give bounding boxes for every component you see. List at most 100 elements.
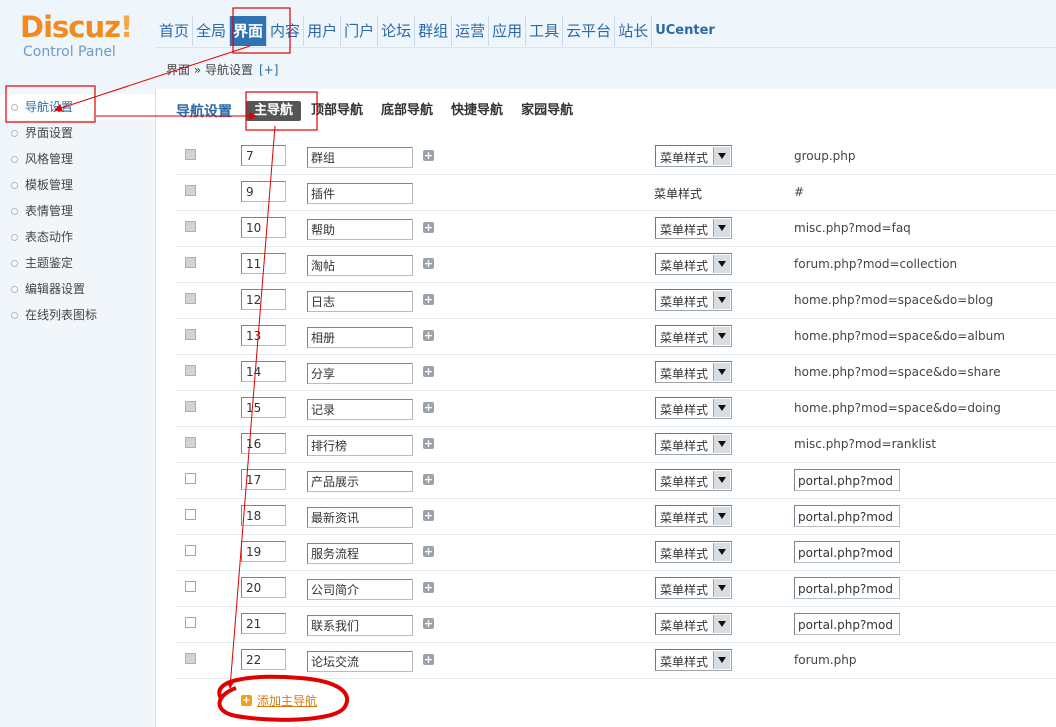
add-subnav-icon[interactable]: + (423, 474, 434, 485)
nav-name-input[interactable]: 公司简介 (307, 579, 413, 600)
top-nav-item[interactable]: 群组 (415, 16, 453, 46)
sidebar-item[interactable]: 表态动作 (0, 224, 155, 250)
add-subnav-icon[interactable]: + (423, 150, 434, 161)
order-input[interactable]: 18 (241, 505, 286, 526)
order-input[interactable]: 15 (241, 397, 286, 418)
nav-style-select[interactable]: 菜单样式 (655, 541, 732, 563)
nav-name-input[interactable]: 联系我们 (307, 615, 413, 636)
add-subnav-icon[interactable]: + (423, 582, 434, 593)
add-subnav-icon[interactable]: + (423, 366, 434, 377)
nav-url-input[interactable]: portal.php?mod (794, 505, 900, 527)
top-nav-item[interactable]: 门户 (341, 16, 379, 46)
nav-style-select[interactable]: 菜单样式 (655, 433, 732, 455)
order-input[interactable]: 11 (241, 253, 286, 274)
delete-checkbox[interactable] (185, 473, 196, 484)
top-nav-item[interactable]: 运营 (452, 16, 490, 46)
nav-style-select[interactable]: 菜单样式 (655, 577, 732, 599)
nav-name-input[interactable]: 帮助 (307, 219, 413, 240)
nav-name-input[interactable]: 产品展示 (307, 471, 413, 492)
add-subnav-icon[interactable]: + (423, 258, 434, 269)
nav-name-input[interactable]: 淘帖 (307, 255, 413, 276)
order-input[interactable]: 7 (241, 145, 286, 166)
top-nav-item[interactable]: 应用 (489, 16, 527, 46)
nav-style-select[interactable]: 菜单样式 (655, 289, 732, 311)
subtab[interactable]: 顶部导航 (303, 101, 371, 121)
add-subnav-icon[interactable]: + (423, 654, 434, 665)
nav-style-select[interactable]: 菜单样式 (655, 325, 732, 347)
sidebar-item[interactable]: 模板管理 (0, 172, 155, 198)
top-nav-item[interactable]: 站长 (615, 16, 653, 46)
subtab[interactable]: 底部导航 (373, 101, 441, 121)
top-nav-item[interactable]: 首页 (156, 16, 194, 46)
order-input[interactable]: 21 (241, 613, 286, 634)
order-input[interactable]: 22 (241, 649, 286, 670)
add-subnav-icon[interactable]: + (423, 510, 434, 521)
top-nav-item[interactable]: 界面 (230, 16, 268, 46)
sidebar-item[interactable]: 界面设置 (0, 120, 155, 146)
add-subnav-icon[interactable]: + (423, 546, 434, 557)
nav-style-select[interactable]: 菜单样式 (655, 361, 732, 383)
sidebar-item[interactable]: 导航设置 (0, 94, 155, 120)
sidebar-item[interactable]: 编辑器设置 (0, 276, 155, 302)
order-input[interactable]: 20 (241, 577, 286, 598)
order-input[interactable]: 17 (241, 469, 286, 490)
breadcrumb: 界面 » 导航设置 [+] (166, 61, 278, 78)
order-input[interactable]: 12 (241, 289, 286, 310)
nav-style-select[interactable]: 菜单样式 (655, 505, 732, 527)
nav-url-input[interactable]: portal.php?mod (794, 541, 900, 563)
nav-style-select[interactable]: 菜单样式 (655, 469, 732, 491)
nav-name-input[interactable]: 论坛交流 (307, 651, 413, 672)
sidebar-item[interactable]: 风格管理 (0, 146, 155, 172)
nav-url-input[interactable]: portal.php?mod (794, 469, 900, 491)
add-main-nav-link[interactable]: + 添加主导航 (241, 692, 317, 709)
order-input[interactable]: 9 (241, 181, 286, 202)
nav-name-input[interactable]: 分享 (307, 363, 413, 384)
nav-style-select[interactable]: 菜单样式 (655, 649, 732, 671)
order-input[interactable]: 16 (241, 433, 286, 454)
order-input[interactable]: 13 (241, 325, 286, 346)
breadcrumb-add-shortcut[interactable]: [+] (259, 63, 278, 77)
nav-url-input[interactable]: portal.php?mod (794, 577, 900, 599)
nav-name-input[interactable]: 排行榜 (307, 435, 413, 456)
subtab[interactable]: 家园导航 (513, 101, 581, 121)
add-subnav-icon[interactable]: + (423, 294, 434, 305)
sidebar-item[interactable]: 表情管理 (0, 198, 155, 224)
sidebar-item[interactable]: 主题鉴定 (0, 250, 155, 276)
delete-checkbox[interactable] (185, 545, 196, 556)
top-nav-item[interactable]: 云平台 (563, 16, 616, 46)
nav-name-input[interactable]: 相册 (307, 327, 413, 348)
order-input[interactable]: 19 (241, 541, 286, 562)
nav-style-select[interactable]: 菜单样式 (655, 217, 732, 239)
nav-style-select[interactable]: 菜单样式 (655, 397, 732, 419)
subtab[interactable]: 快捷导航 (443, 101, 511, 121)
delete-checkbox[interactable] (185, 509, 196, 520)
delete-checkbox[interactable] (185, 617, 196, 628)
top-nav-item[interactable]: 论坛 (378, 16, 416, 46)
nav-name-input[interactable]: 群组 (307, 147, 413, 168)
nav-name-input[interactable]: 插件 (307, 183, 413, 204)
nav-name-input[interactable]: 最新资讯 (307, 507, 413, 528)
add-main-nav-label[interactable]: 添加主导航 (257, 692, 317, 709)
nav-style-select[interactable]: 菜单样式 (655, 613, 732, 635)
add-subnav-icon[interactable]: + (423, 330, 434, 341)
order-input[interactable]: 10 (241, 217, 286, 238)
top-nav-item[interactable]: UCenter (652, 16, 718, 46)
subtab[interactable]: 主导航 (246, 101, 302, 121)
top-nav-item[interactable]: 工具 (526, 16, 564, 46)
top-nav-item[interactable]: 用户 (304, 16, 342, 46)
order-input[interactable]: 14 (241, 361, 286, 382)
add-subnav-icon[interactable]: + (423, 222, 434, 233)
add-subnav-icon[interactable]: + (423, 438, 434, 449)
add-subnav-icon[interactable]: + (423, 618, 434, 629)
nav-url-input[interactable]: portal.php?mod (794, 613, 900, 635)
nav-style-select[interactable]: 菜单样式 (655, 145, 732, 167)
nav-name-input[interactable]: 日志 (307, 291, 413, 312)
nav-style-select[interactable]: 菜单样式 (655, 253, 732, 275)
top-nav-item[interactable]: 全局 (193, 16, 231, 46)
delete-checkbox[interactable] (185, 581, 196, 592)
nav-name-input[interactable]: 记录 (307, 399, 413, 420)
nav-name-input[interactable]: 服务流程 (307, 543, 413, 564)
add-subnav-icon[interactable]: + (423, 402, 434, 413)
sidebar-item[interactable]: 在线列表图标 (0, 302, 155, 328)
top-nav-item[interactable]: 内容 (267, 16, 305, 46)
